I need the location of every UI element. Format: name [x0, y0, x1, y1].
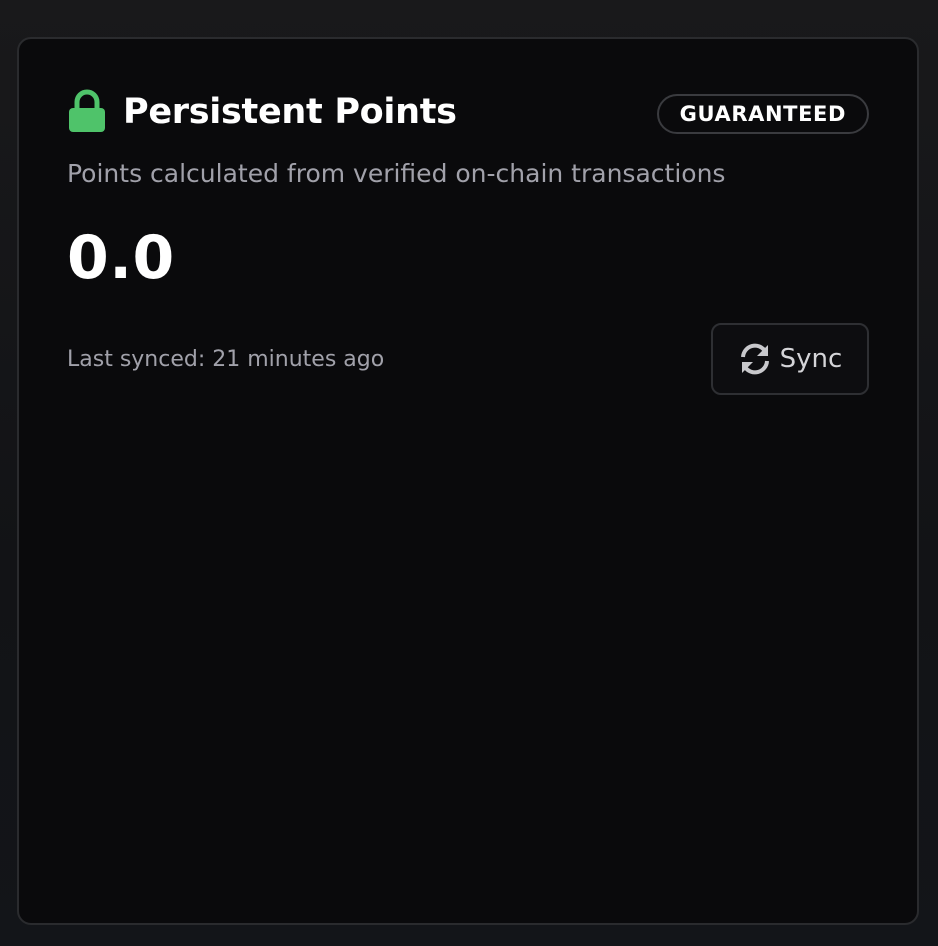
last-synced-text: Last synced: 21 minutes ago: [67, 346, 385, 372]
sync-row: Last synced: 21 minutes ago Sync: [67, 323, 869, 395]
refresh-icon: [738, 342, 772, 376]
lock-icon: [67, 89, 107, 133]
persistent-points-card: Persistent Points GUARANTEED Points calc…: [17, 37, 919, 925]
points-value: 0.0: [67, 223, 175, 293]
card-subtitle: Points calculated from verified on-chain…: [67, 159, 726, 188]
sync-button-label: Sync: [779, 344, 843, 374]
sync-button[interactable]: Sync: [711, 323, 869, 395]
guaranteed-badge: GUARANTEED: [656, 94, 869, 134]
card-title: Persistent Points: [123, 92, 457, 132]
card-header: Persistent Points: [67, 89, 457, 133]
